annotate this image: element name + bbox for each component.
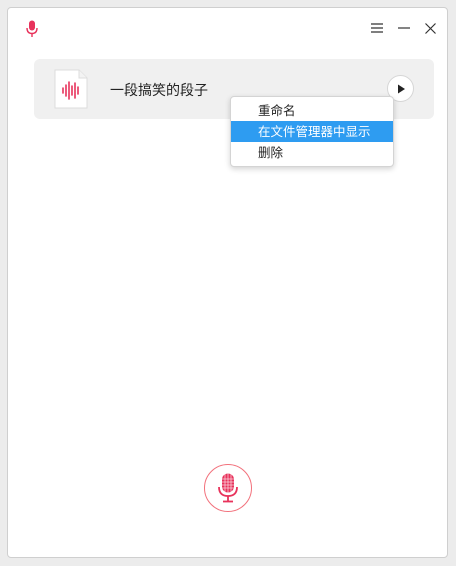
microphone-icon (218, 473, 238, 503)
app-window: 一段搞笑的段子 重命名 在文件管理器中显示 删除 (7, 7, 448, 558)
hamburger-menu-icon[interactable] (366, 18, 388, 38)
menu-item-rename[interactable]: 重命名 (231, 100, 393, 121)
menu-item-show-in-file-manager[interactable]: 在文件管理器中显示 (231, 121, 393, 142)
record-title: 一段搞笑的段子 (110, 83, 208, 99)
record-button[interactable] (204, 464, 252, 512)
titlebar (8, 8, 447, 48)
play-icon (397, 84, 405, 93)
menu-item-delete[interactable]: 删除 (231, 142, 393, 163)
audio-file-icon (54, 69, 88, 109)
minimize-icon[interactable] (393, 18, 415, 38)
microphone-icon (25, 20, 39, 38)
context-menu: 重命名 在文件管理器中显示 删除 (230, 96, 394, 167)
close-icon[interactable] (419, 18, 441, 38)
